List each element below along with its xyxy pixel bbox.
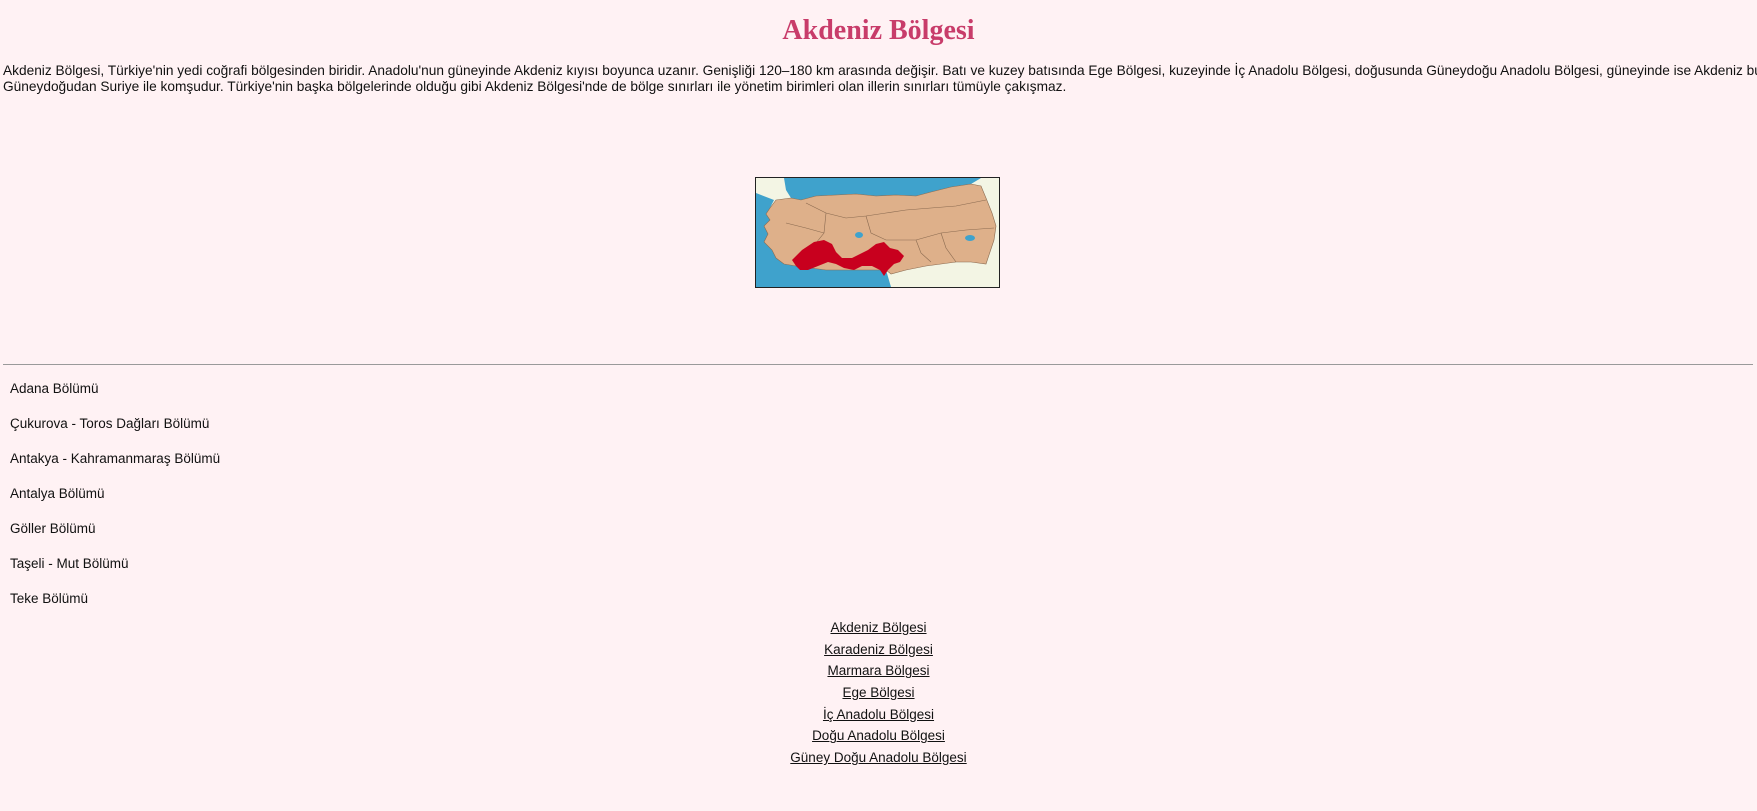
- region-map-image: [755, 177, 1000, 288]
- region-links-nav: Akdeniz Bölgesi Karadeniz Bölgesi Marmar…: [0, 620, 1757, 772]
- intro-line-1: Akdeniz Bölgesi, Türkiye'nin yedi coğraf…: [3, 63, 1757, 78]
- map-lake: [855, 232, 863, 238]
- page-title: Akdeniz Bölgesi: [782, 15, 975, 46]
- map-lake-east: [965, 235, 975, 241]
- sub-region-list: Adana Bölümü Çukurova - Toros Dağları Bö…: [10, 381, 220, 626]
- sub-region-item[interactable]: Taşeli - Mut Bölümü: [10, 556, 220, 591]
- sub-region-item[interactable]: Çukurova - Toros Dağları Bölümü: [10, 416, 220, 451]
- region-link-guney-dogu-anadolu[interactable]: Güney Doğu Anadolu Bölgesi: [790, 750, 966, 765]
- section-divider: [3, 364, 1753, 365]
- intro-paragraph: Akdeniz Bölgesi, Türkiye'nin yedi coğraf…: [3, 63, 1757, 95]
- region-link-karadeniz[interactable]: Karadeniz Bölgesi: [824, 642, 933, 657]
- region-link-dogu-anadolu[interactable]: Doğu Anadolu Bölgesi: [812, 728, 945, 743]
- region-link-ege[interactable]: Ege Bölgesi: [842, 685, 914, 700]
- sub-region-item[interactable]: Göller Bölümü: [10, 521, 220, 556]
- sub-region-item[interactable]: Adana Bölümü: [10, 381, 220, 416]
- region-link-marmara[interactable]: Marmara Bölgesi: [827, 663, 929, 678]
- sub-region-item[interactable]: Antalya Bölümü: [10, 486, 220, 521]
- sub-region-item[interactable]: Antakya - Kahramanmaraş Bölümü: [10, 451, 220, 486]
- turkey-map-svg: [756, 178, 999, 287]
- region-link-akdeniz[interactable]: Akdeniz Bölgesi: [830, 620, 926, 635]
- region-link-ic-anadolu[interactable]: İç Anadolu Bölgesi: [823, 707, 934, 722]
- intro-line-2: Güneydoğudan Suriye ile komşudur. Türkiy…: [3, 79, 1067, 94]
